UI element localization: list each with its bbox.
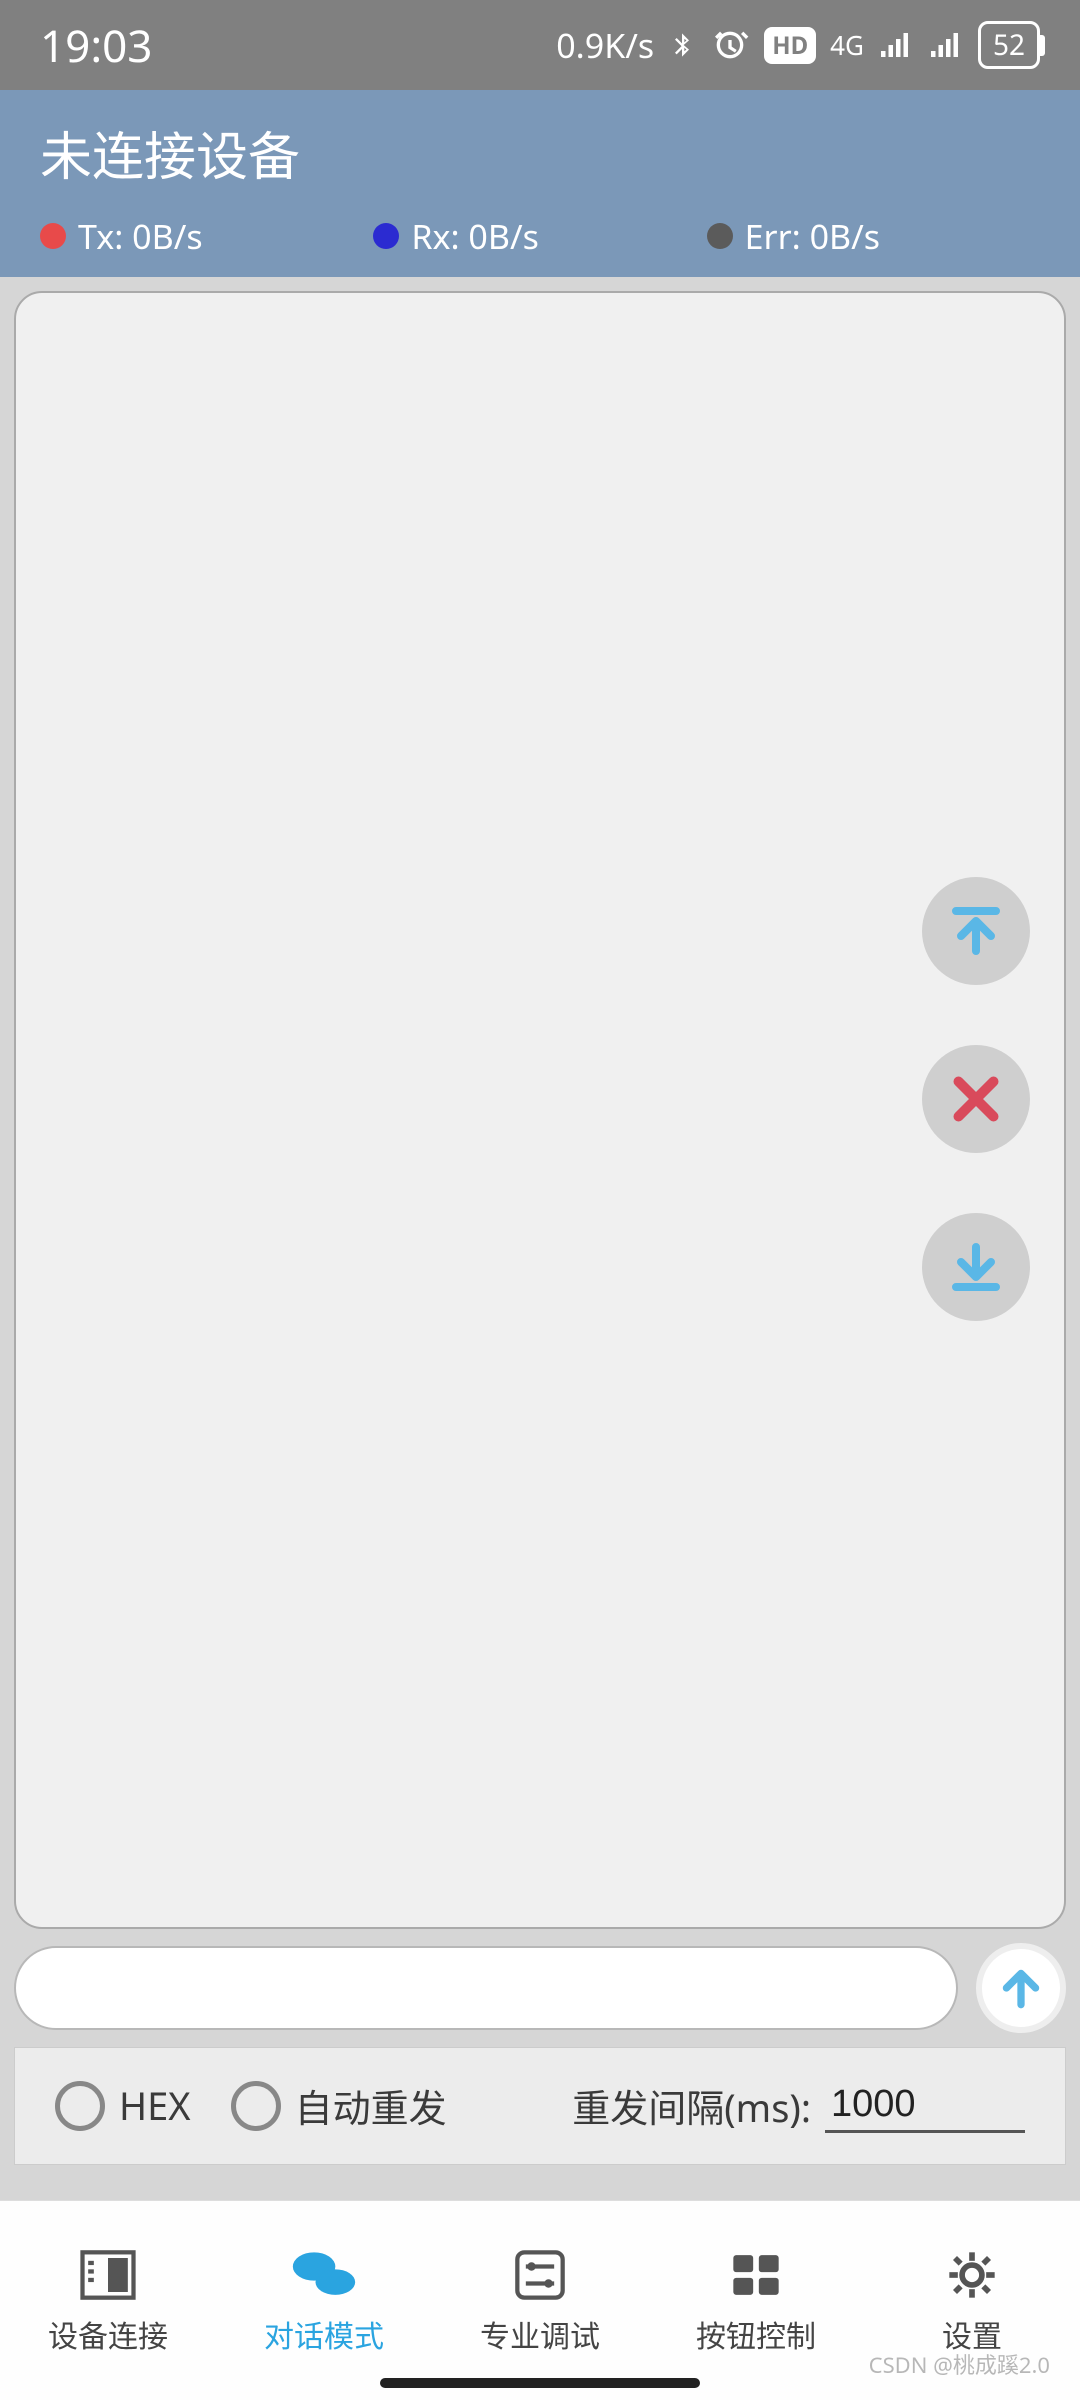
main-area: [0, 277, 1080, 1943]
alarm-icon: [710, 25, 750, 65]
watermark: CSDN @桃成蹊2.0: [869, 2348, 1050, 2380]
nav-label: 设备连接: [48, 2312, 168, 2356]
net-type: 4G: [830, 27, 864, 63]
device-icon: [74, 2246, 142, 2304]
status-right: 0.9K/s HD 4G 52: [556, 21, 1040, 69]
nav-chat-mode[interactable]: 对话模式: [216, 2201, 432, 2400]
auto-resend-radio-icon: [231, 2081, 281, 2131]
status-time: 19:03: [40, 15, 152, 75]
hex-radio-icon: [55, 2081, 105, 2131]
stat-rx: Rx: 0B/s: [373, 213, 706, 259]
scroll-top-button[interactable]: [922, 877, 1030, 985]
nav-button-control[interactable]: 按钮控制: [648, 2201, 864, 2400]
app-title: 未连接设备: [40, 115, 1040, 191]
hd-badge: HD: [764, 27, 816, 64]
interval-input[interactable]: [825, 2079, 1025, 2133]
signal-icon-1: [878, 30, 914, 60]
stat-err: Err: 0B/s: [707, 213, 1040, 259]
interval-label: 重发间隔(ms):: [572, 2078, 811, 2134]
status-bar: 19:03 0.9K/s HD 4G 52: [0, 0, 1080, 90]
gear-icon: [938, 2246, 1006, 2304]
battery-indicator: 52: [978, 21, 1040, 69]
nav-label: 按钮控制: [696, 2312, 816, 2356]
bluetooth-icon: [668, 25, 696, 65]
home-indicator[interactable]: [380, 2378, 700, 2388]
options-panel: HEX 自动重发 重发间隔(ms):: [14, 2047, 1066, 2165]
stats-row: Tx: 0B/s Rx: 0B/s Err: 0B/s: [40, 213, 1040, 259]
hex-label: HEX: [119, 2080, 191, 2132]
app-header: 未连接设备 Tx: 0B/s Rx: 0B/s Err: 0B/s: [0, 90, 1080, 277]
stat-tx: Tx: 0B/s: [40, 213, 373, 259]
nav-label: 对话模式: [264, 2312, 384, 2356]
interval-group: 重发间隔(ms):: [572, 2078, 1025, 2134]
chat-icon: [290, 2246, 358, 2304]
message-input[interactable]: [14, 1946, 958, 2030]
scroll-bottom-button[interactable]: [922, 1213, 1030, 1321]
send-button[interactable]: [976, 1943, 1066, 2033]
hex-option[interactable]: HEX: [55, 2080, 191, 2132]
nav-label: 专业调试: [480, 2312, 600, 2356]
nav-device-connect[interactable]: 设备连接: [0, 2201, 216, 2400]
nav-pro-debug[interactable]: 专业调试: [432, 2201, 648, 2400]
clear-button[interactable]: [922, 1045, 1030, 1153]
grid-icon: [722, 2246, 790, 2304]
signal-icon-2: [928, 30, 964, 60]
dot-tx-icon: [40, 223, 66, 249]
input-row: [0, 1943, 1080, 2047]
dot-err-icon: [707, 223, 733, 249]
dot-rx-icon: [373, 223, 399, 249]
auto-resend-option[interactable]: 自动重发: [231, 2078, 447, 2134]
sliders-icon: [506, 2246, 574, 2304]
float-buttons: [922, 877, 1030, 1321]
net-speed: 0.9K/s: [556, 22, 654, 68]
auto-resend-label: 自动重发: [295, 2078, 447, 2134]
terminal-output[interactable]: [14, 291, 1066, 1929]
